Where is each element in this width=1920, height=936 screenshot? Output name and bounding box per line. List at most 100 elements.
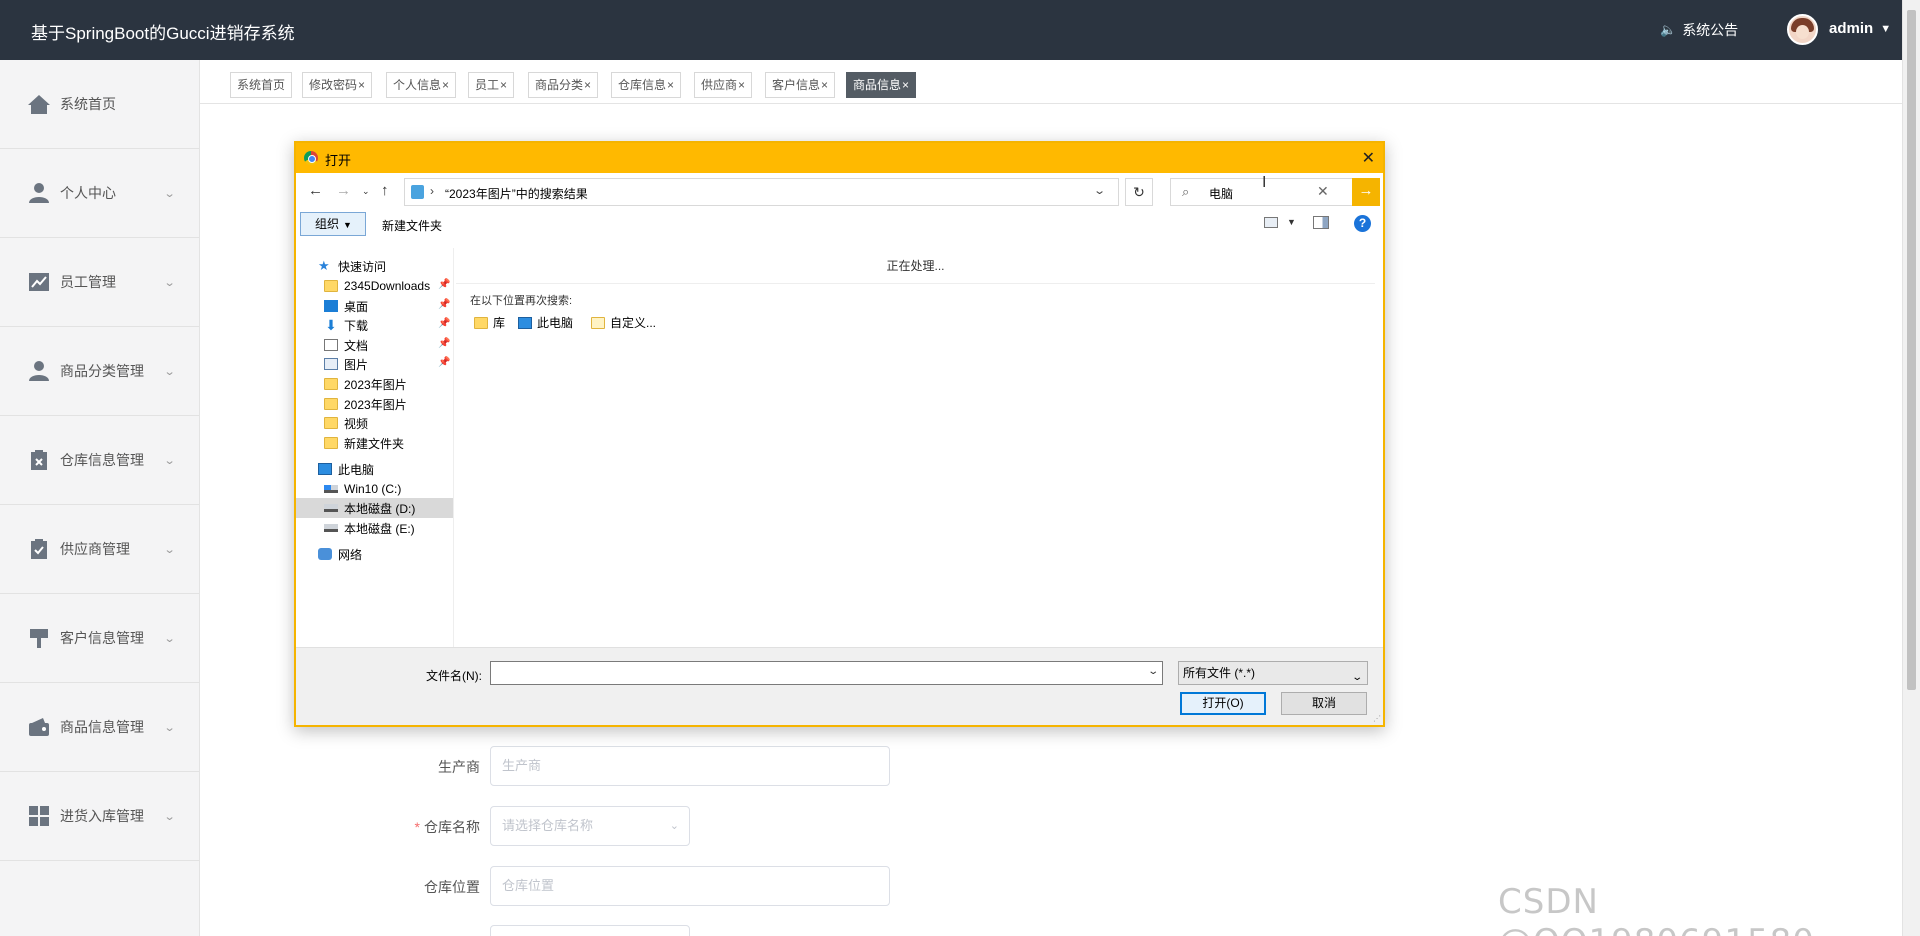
search-in-libraries-link[interactable]: 库 [474,314,505,331]
organize-button[interactable]: 组织 ▼ [300,212,366,236]
close-icon[interactable]: ✕ [1362,148,1375,168]
sidebar-item-customer[interactable]: 客户信息管理 ⌄ [0,594,199,683]
nav-item-desktop[interactable]: 桌面 📌 [324,296,454,316]
search-go-button[interactable]: → [1352,178,1380,206]
warehouse-location-input[interactable]: 仓库位置 [490,866,890,906]
nav-item-videos[interactable]: 视频 [324,413,368,433]
search-input[interactable]: ⌕ 电脑 ✕ → [1170,178,1380,206]
recent-chevron-icon[interactable]: ⌄ [362,186,370,197]
nav-this-pc[interactable]: 此电脑 [318,459,374,479]
nav-item-documents[interactable]: 文档 📌 [324,335,454,355]
sidebar-item-label: 客户信息管理 [60,630,144,646]
custom-folder-icon [591,316,605,329]
dialog-titlebar[interactable]: 打开 ✕ [296,143,1383,173]
search-value: 电脑 [1209,187,1234,201]
filetype-select[interactable]: 所有文件 (*.*) ⌄ [1178,661,1368,685]
nav-item-pictures[interactable]: 图片 📌 [324,354,454,374]
tab-change-password[interactable]: 修改密码× [302,72,373,98]
nav-label: 文档 [344,338,369,353]
sidebar-item-product[interactable]: 商品信息管理 ⌄ [0,683,199,772]
sidebar-item-label: 供应商管理 [60,541,130,557]
close-icon[interactable]: × [667,78,674,92]
nav-item-2023-pictures[interactable]: 2023年图片 [324,374,407,394]
nav-network[interactable]: 网络 [318,544,362,564]
close-icon[interactable]: × [584,78,591,92]
clear-search-icon[interactable]: ✕ [1317,183,1329,200]
back-arrow-icon[interactable]: ← [308,182,323,199]
tab-category[interactable]: 商品分类× [528,72,599,98]
folder-icon [324,437,338,449]
view-mode-icon[interactable] [1264,217,1278,228]
sidebar-item-supplier[interactable]: 供应商管理 ⌄ [0,505,199,594]
tab-personal-info[interactable]: 个人信息× [386,72,457,98]
chevron-down-icon[interactable]: ⌄ [1147,666,1159,677]
search-in-this-pc-link[interactable]: 此电脑 [518,314,573,331]
close-icon[interactable]: × [442,78,449,92]
forward-arrow-icon[interactable]: → [336,182,351,199]
tab-employee[interactable]: 员工× [468,72,515,98]
nav-item-downloads[interactable]: ⬇ 下载 📌 [324,315,454,335]
sidebar-item-stock-in[interactable]: 进货入库管理 ⌄ [0,772,199,861]
nav-label: Win10 (C:) [344,482,402,496]
up-arrow-icon[interactable]: ↑ [381,182,389,199]
document-icon [324,339,338,351]
nav-drive-e[interactable]: 本地磁盘 (E:) [324,518,415,538]
pin-icon: 📌 [438,279,451,290]
sidebar-item-personal-center[interactable]: 个人中心 ⌄ [0,149,199,238]
system-notice-button[interactable]: 🔈 系统公告 [1660,20,1738,40]
cancel-button[interactable]: 取消 [1281,692,1367,715]
nav-quick-access[interactable]: ★ 快速访问 [318,256,386,276]
close-icon[interactable]: × [358,78,365,92]
preview-pane-icon[interactable] [1313,216,1329,229]
open-button[interactable]: 打开(O) [1180,692,1266,715]
nav-label: 新建文件夹 [344,436,405,451]
nav-item-2023-pictures-2[interactable]: 2023年图片 [324,394,407,414]
new-folder-button[interactable]: 新建文件夹 [382,217,442,234]
search-results-icon [411,185,424,199]
avatar[interactable] [1787,14,1818,45]
nav-item-new-folder[interactable]: 新建文件夹 [324,433,404,453]
resize-grip-icon[interactable]: ⋰ [1373,714,1381,723]
library-icon [474,316,488,329]
desktop-icon [324,300,338,312]
sidebar-item-home[interactable]: 系统首页 [0,60,199,149]
sidebar-item-label: 个人中心 [60,185,116,201]
tab-customer[interactable]: 客户信息× [765,72,836,98]
tab-product[interactable]: 商品信息× [846,72,917,98]
refresh-button[interactable]: ↻ [1125,178,1153,206]
file-list-area[interactable]: 正在处理... 在以下位置再次搜索: 库 此电脑 自定义... [456,248,1381,648]
close-icon[interactable]: × [738,78,745,92]
warehouse-name-select[interactable]: 请选择仓库名称 ⌄ [490,806,690,846]
scrollbar-thumb[interactable] [1907,10,1916,690]
user-menu[interactable]: admin ▼ [1829,20,1891,37]
tab-bar: 系统首页 修改密码× 个人信息× 员工× 商品分类× 仓库信息× 供应商× 客户… [200,60,1902,104]
help-icon[interactable]: ? [1354,215,1371,232]
close-icon[interactable]: × [500,78,507,92]
search-custom-link[interactable]: 自定义... [591,314,656,331]
manufacturer-input[interactable]: 生产商 [490,746,890,786]
sidebar-item-warehouse[interactable]: 仓库信息管理 ⌄ [0,416,199,505]
tab-home[interactable]: 系统首页 [230,72,293,98]
nav-label: 2023年图片 [344,397,407,412]
warehouse-location-placeholder: 仓库位置 [502,878,555,893]
sidebar-item-employee[interactable]: 员工管理 ⌄ [0,238,199,327]
clipboard-x-icon [31,450,47,470]
close-icon[interactable]: × [902,78,909,92]
address-bar[interactable]: › “2023年图片”中的搜索结果 ⌄ [404,178,1119,206]
open-file-dialog: 打开 ✕ ← → ⌄ ↑ › “2023年图片”中的搜索结果 ⌄ ↻ ⌕ 电脑 … [294,141,1385,727]
page-scrollbar[interactable] [1902,0,1920,936]
caret-down-icon: ▼ [1880,22,1892,35]
filename-input[interactable]: ⌄ [490,661,1163,685]
sidebar-item-category[interactable]: 商品分类管理 ⌄ [0,327,199,416]
tab-warehouse[interactable]: 仓库信息× [611,72,682,98]
nav-label: 2345Downloads [344,279,431,293]
nav-drive-c[interactable]: Win10 (C:) [324,479,401,499]
computer-icon [318,463,332,475]
close-icon[interactable]: × [821,78,828,92]
nav-drive-d[interactable]: 本地磁盘 (D:) [324,498,415,518]
nav-item-2345downloads[interactable]: 2345Downloads 📌 [324,276,454,296]
chevron-down-icon[interactable]: ⌄ [1093,184,1106,197]
next-field-input[interactable] [490,925,690,936]
caret-down-icon[interactable]: ▼ [1287,217,1296,227]
tab-supplier[interactable]: 供应商× [694,72,753,98]
